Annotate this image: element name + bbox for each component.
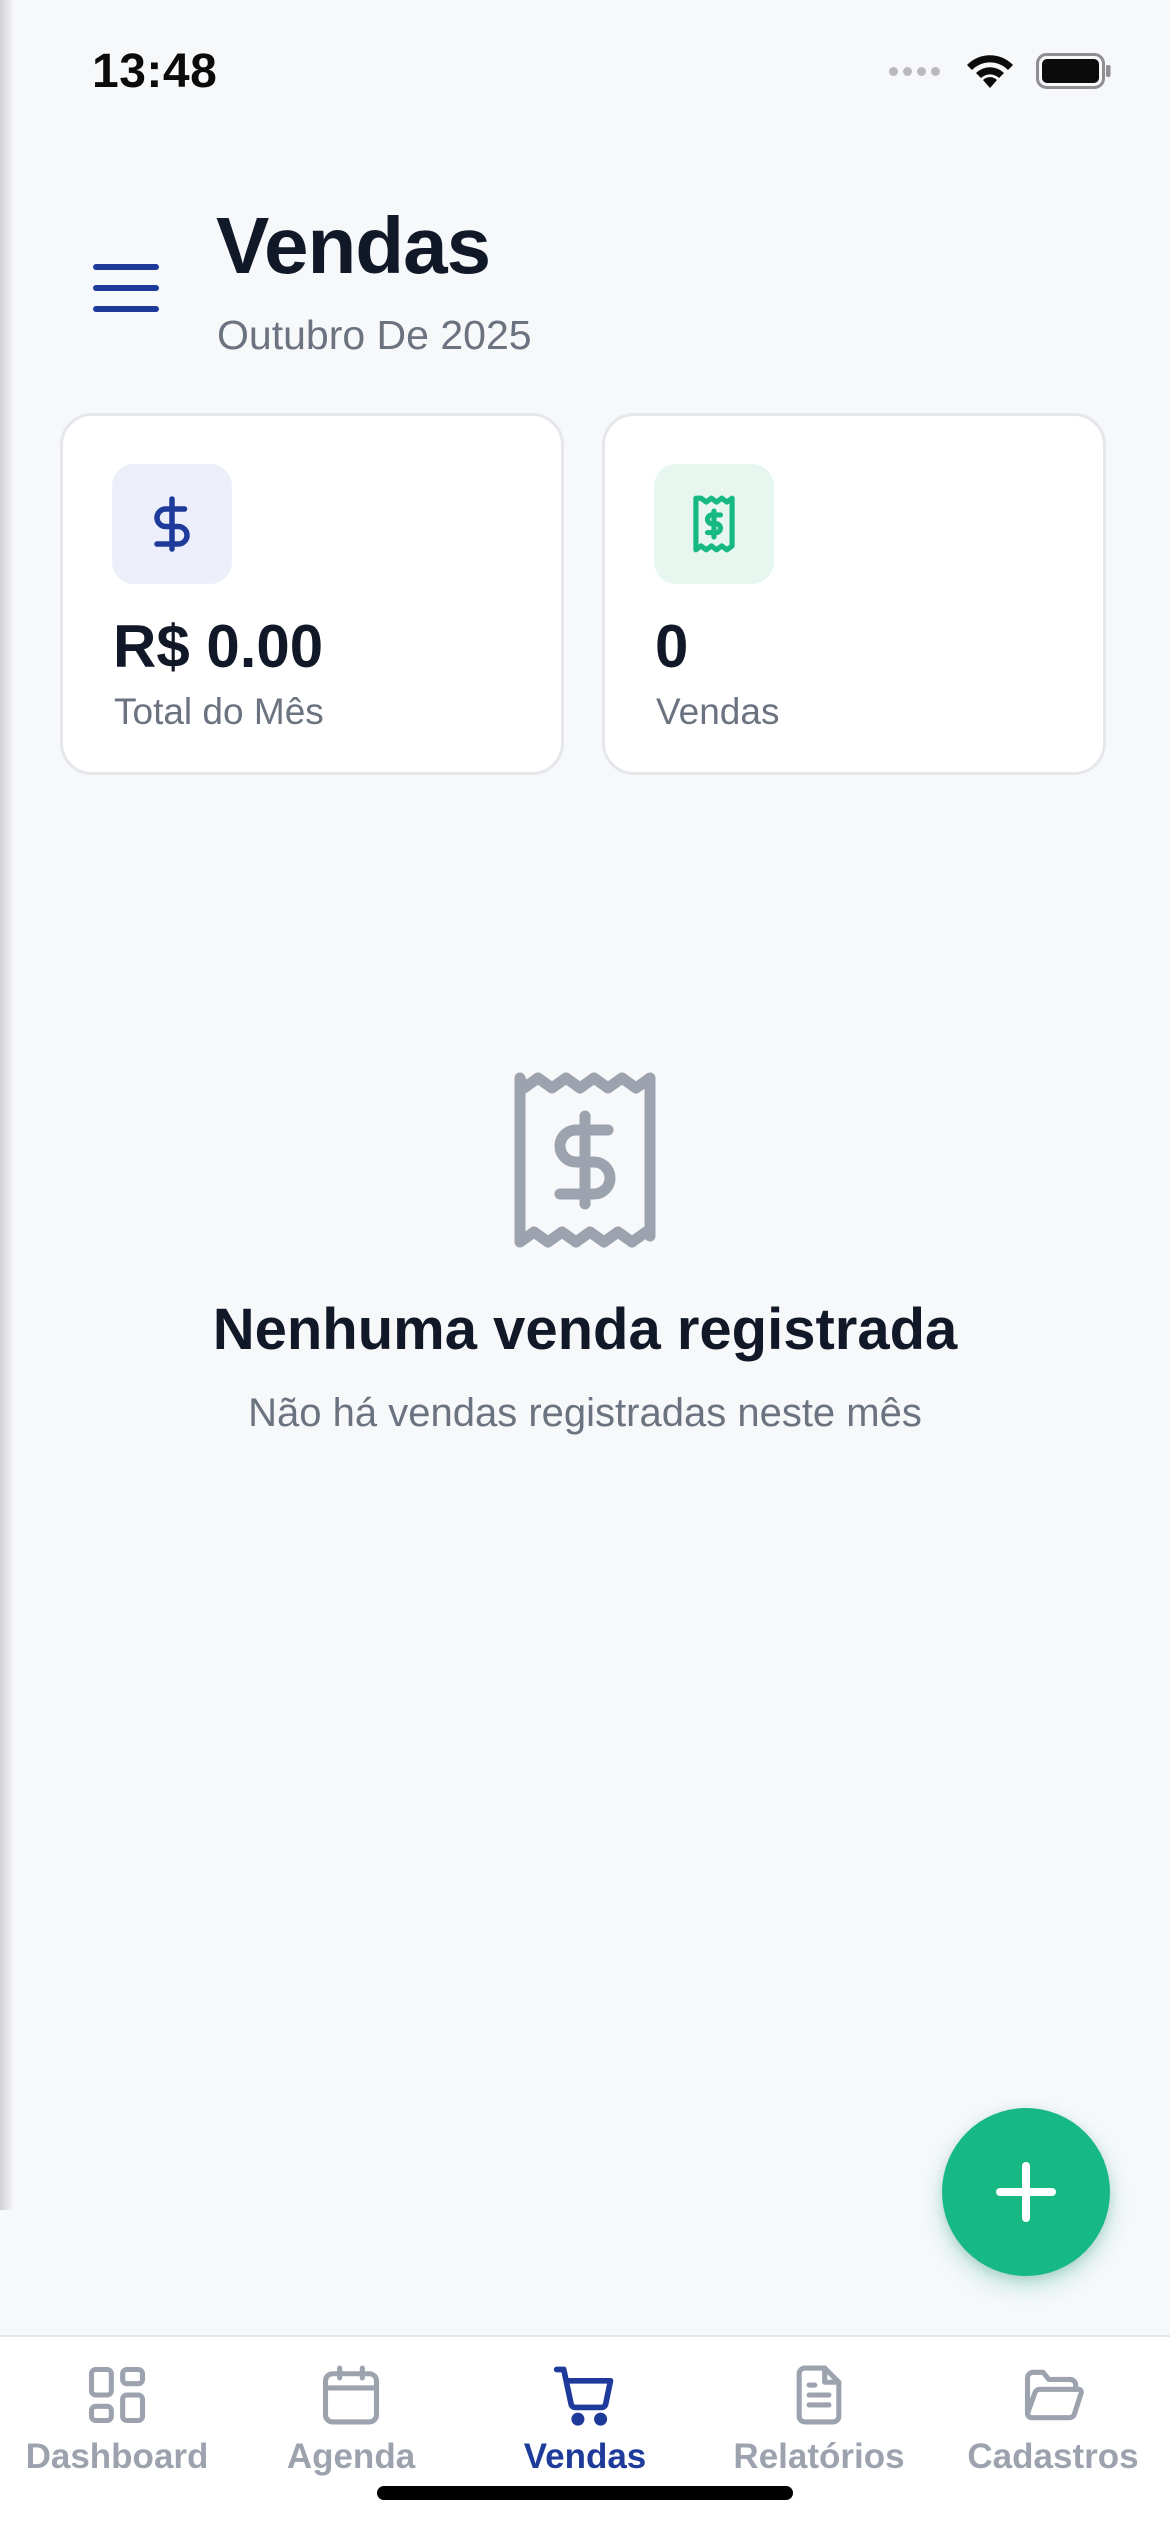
status-icons — [889, 52, 1112, 90]
plus-icon — [996, 2162, 1056, 2222]
folder-icon — [1024, 2369, 1084, 2421]
dollar-icon — [154, 496, 190, 552]
document-icon — [796, 2365, 842, 2425]
page-title: Vendas — [216, 201, 491, 290]
tab-cadastros-label: Cadastros — [967, 2437, 1139, 2476]
summary-cards: R$ 0.00 Total do Mês 0 Vendas — [60, 413, 1110, 775]
empty-state: Nenhuma venda registrada Não há vendas r… — [0, 1070, 1170, 1436]
receipt-icon — [693, 495, 735, 553]
cart-icon — [553, 2366, 614, 2426]
sales-count-value: 0 — [655, 613, 689, 680]
page-header: Vendas Outubro De 2025 — [0, 200, 1170, 380]
empty-state-description: Não há vendas registradas neste mês — [248, 1391, 922, 1435]
total-month-card: R$ 0.00 Total do Mês — [60, 413, 564, 775]
tab-dashboard-label: Dashboard — [25, 2437, 209, 2476]
sales-count-card: 0 Vendas — [602, 413, 1106, 775]
sales-screen: 13:48 Vendas Outubro De 2025 R$ 0.00 Tot… — [0, 0, 1170, 2532]
status-bar: 13:48 — [0, 0, 1170, 140]
dashboard-icon — [88, 2366, 146, 2424]
tab-dashboard[interactable]: Dashboard — [12, 2337, 222, 2477]
hamburger-menu-icon — [93, 264, 159, 312]
calendar-icon — [322, 2365, 380, 2425]
tab-relatorios-label: Relatórios — [733, 2437, 905, 2476]
total-month-label: Total do Mês — [114, 691, 324, 732]
tab-agenda-label: Agenda — [286, 2437, 416, 2476]
status-time: 13:48 — [92, 45, 218, 98]
tab-relatorios[interactable]: Relatórios — [714, 2337, 924, 2477]
dollar-icon-container — [112, 464, 232, 584]
menu-button[interactable] — [88, 250, 164, 326]
empty-state-title: Nenhuma venda registrada — [212, 1297, 958, 1362]
cellular-signal-icon — [889, 66, 940, 76]
tab-vendas[interactable]: Vendas — [480, 2337, 690, 2477]
add-sale-button[interactable] — [942, 2108, 1110, 2276]
page-subtitle: Outubro De 2025 — [217, 312, 532, 358]
tab-cadastros[interactable]: Cadastros — [948, 2337, 1158, 2477]
tab-vendas-label: Vendas — [523, 2437, 647, 2476]
bottom-tab-bar: Dashboard Agenda Vendas Relatórios Cadas… — [0, 2335, 1170, 2532]
total-month-value: R$ 0.00 — [113, 613, 324, 680]
sales-count-label: Vendas — [656, 691, 780, 732]
battery-icon — [1036, 53, 1111, 89]
receipt-icon — [514, 1072, 656, 1248]
home-indicator[interactable] — [377, 2486, 793, 2500]
wifi-icon — [967, 55, 1013, 88]
tab-agenda[interactable]: Agenda — [246, 2337, 456, 2477]
receipt-icon-container — [654, 464, 774, 584]
